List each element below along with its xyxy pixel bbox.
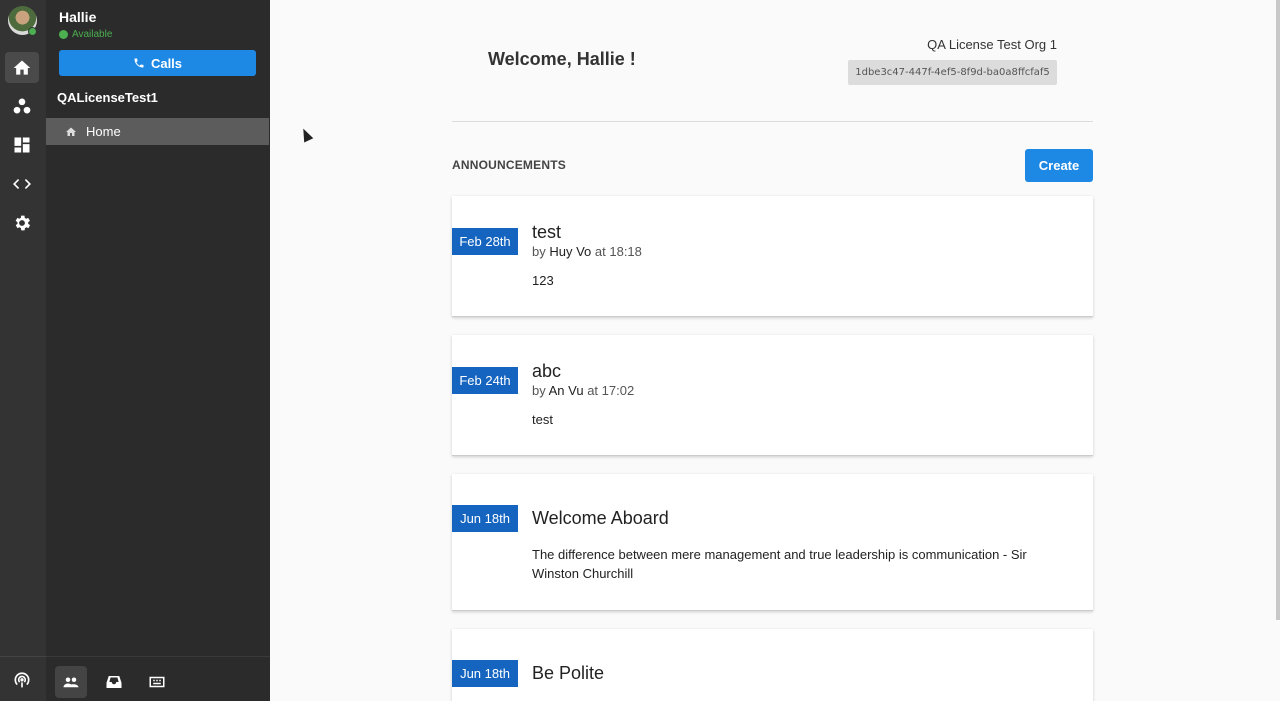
- meta-time: at 18:18: [594, 244, 642, 259]
- settings-icon: [15, 215, 31, 230]
- date-badge: Jun 18th: [452, 660, 518, 687]
- meta-time: at 17:02: [587, 383, 635, 398]
- sidebar-bottom-bar: [46, 656, 270, 701]
- rail-broadcast-button[interactable]: [5, 663, 39, 694]
- code-icon: [13, 178, 31, 189]
- user-status-label: Available: [72, 29, 113, 40]
- announcement-author: An Vu: [548, 383, 584, 398]
- contacts-icon: [13, 98, 31, 113]
- rail-settings-button[interactable]: [5, 207, 39, 238]
- welcome-heading: Welcome, Hallie !: [488, 49, 636, 69]
- announcement-meta: by Huy Vo at 18:18: [532, 244, 642, 259]
- announcement-card[interactable]: Feb 24th abc by An Vu at 17:02 test: [452, 335, 1093, 456]
- scrollbar[interactable]: [1276, 0, 1280, 620]
- team-icon: [63, 677, 79, 688]
- date-badge: Feb 28th: [452, 228, 518, 255]
- sidebar-item-label: Home: [86, 124, 121, 139]
- announcement-title: abc: [532, 361, 562, 381]
- meta-by: by: [532, 244, 546, 259]
- announcement-author: Huy Vo: [549, 244, 592, 259]
- date-badge: Jun 18th: [452, 505, 518, 532]
- date-badge: Feb 24th: [452, 367, 518, 394]
- inbox-button[interactable]: [98, 666, 130, 698]
- sidebar: Hallie Available Calls QALicenseTest1 Ho…: [46, 0, 270, 701]
- dashboard-icon: [14, 137, 30, 152]
- divider: [452, 121, 1093, 122]
- rail-dashboard-button[interactable]: [5, 129, 39, 160]
- icon-rail: [0, 0, 46, 701]
- announcement-body: test: [532, 412, 553, 427]
- announcement-title: Welcome Aboard: [532, 508, 669, 528]
- announcements-title: ANNOUNCEMENTS: [452, 158, 566, 172]
- sidebar-item-home[interactable]: Home: [46, 118, 269, 145]
- home-icon: [66, 127, 76, 136]
- org-title: QA License Test Org 1: [927, 37, 1057, 52]
- announcement-card[interactable]: Jun 18th Welcome Aboard The difference b…: [452, 474, 1093, 611]
- status-dot-icon: [28, 27, 37, 36]
- announcement-title: Be Polite: [532, 663, 605, 683]
- rail-contacts-button[interactable]: [5, 90, 39, 121]
- announcement-card[interactable]: Jun 18th Be Polite: [452, 629, 1093, 701]
- announcement-meta: by An Vu at 17:02: [532, 383, 634, 398]
- announcement-title: test: [532, 222, 562, 242]
- announcement-body: The difference between mere management a…: [532, 547, 1027, 581]
- calls-label: Calls: [150, 55, 183, 71]
- org-name: QALicenseTest1: [57, 90, 158, 105]
- announcement-card[interactable]: Feb 28th test by Huy Vo at 18:18 123: [452, 196, 1093, 317]
- available-icon: [59, 30, 68, 39]
- phone-icon: [134, 58, 144, 68]
- board-icon: [149, 676, 165, 688]
- inbox-icon: [106, 676, 122, 688]
- broadcast-icon: [14, 671, 30, 687]
- meta-by: by: [532, 383, 546, 398]
- mouse-cursor-icon: [298, 126, 314, 143]
- team-button[interactable]: [55, 666, 87, 698]
- org-id-badge[interactable]: 1dbe3c47-447f-4ef5-8f9d-ba0a8ffcfaf5: [848, 60, 1057, 85]
- calls-button[interactable]: Calls: [59, 50, 256, 76]
- create-button[interactable]: Create: [1025, 149, 1093, 182]
- home-icon: [13, 60, 31, 75]
- announcement-body: 123: [532, 273, 554, 288]
- rail-bottom: [0, 656, 46, 701]
- user-status[interactable]: Available: [59, 29, 112, 40]
- rail-home-button[interactable]: [5, 52, 39, 83]
- board-button[interactable]: [141, 666, 173, 698]
- rail-code-button[interactable]: [5, 168, 39, 199]
- user-name: Hallie: [59, 9, 97, 25]
